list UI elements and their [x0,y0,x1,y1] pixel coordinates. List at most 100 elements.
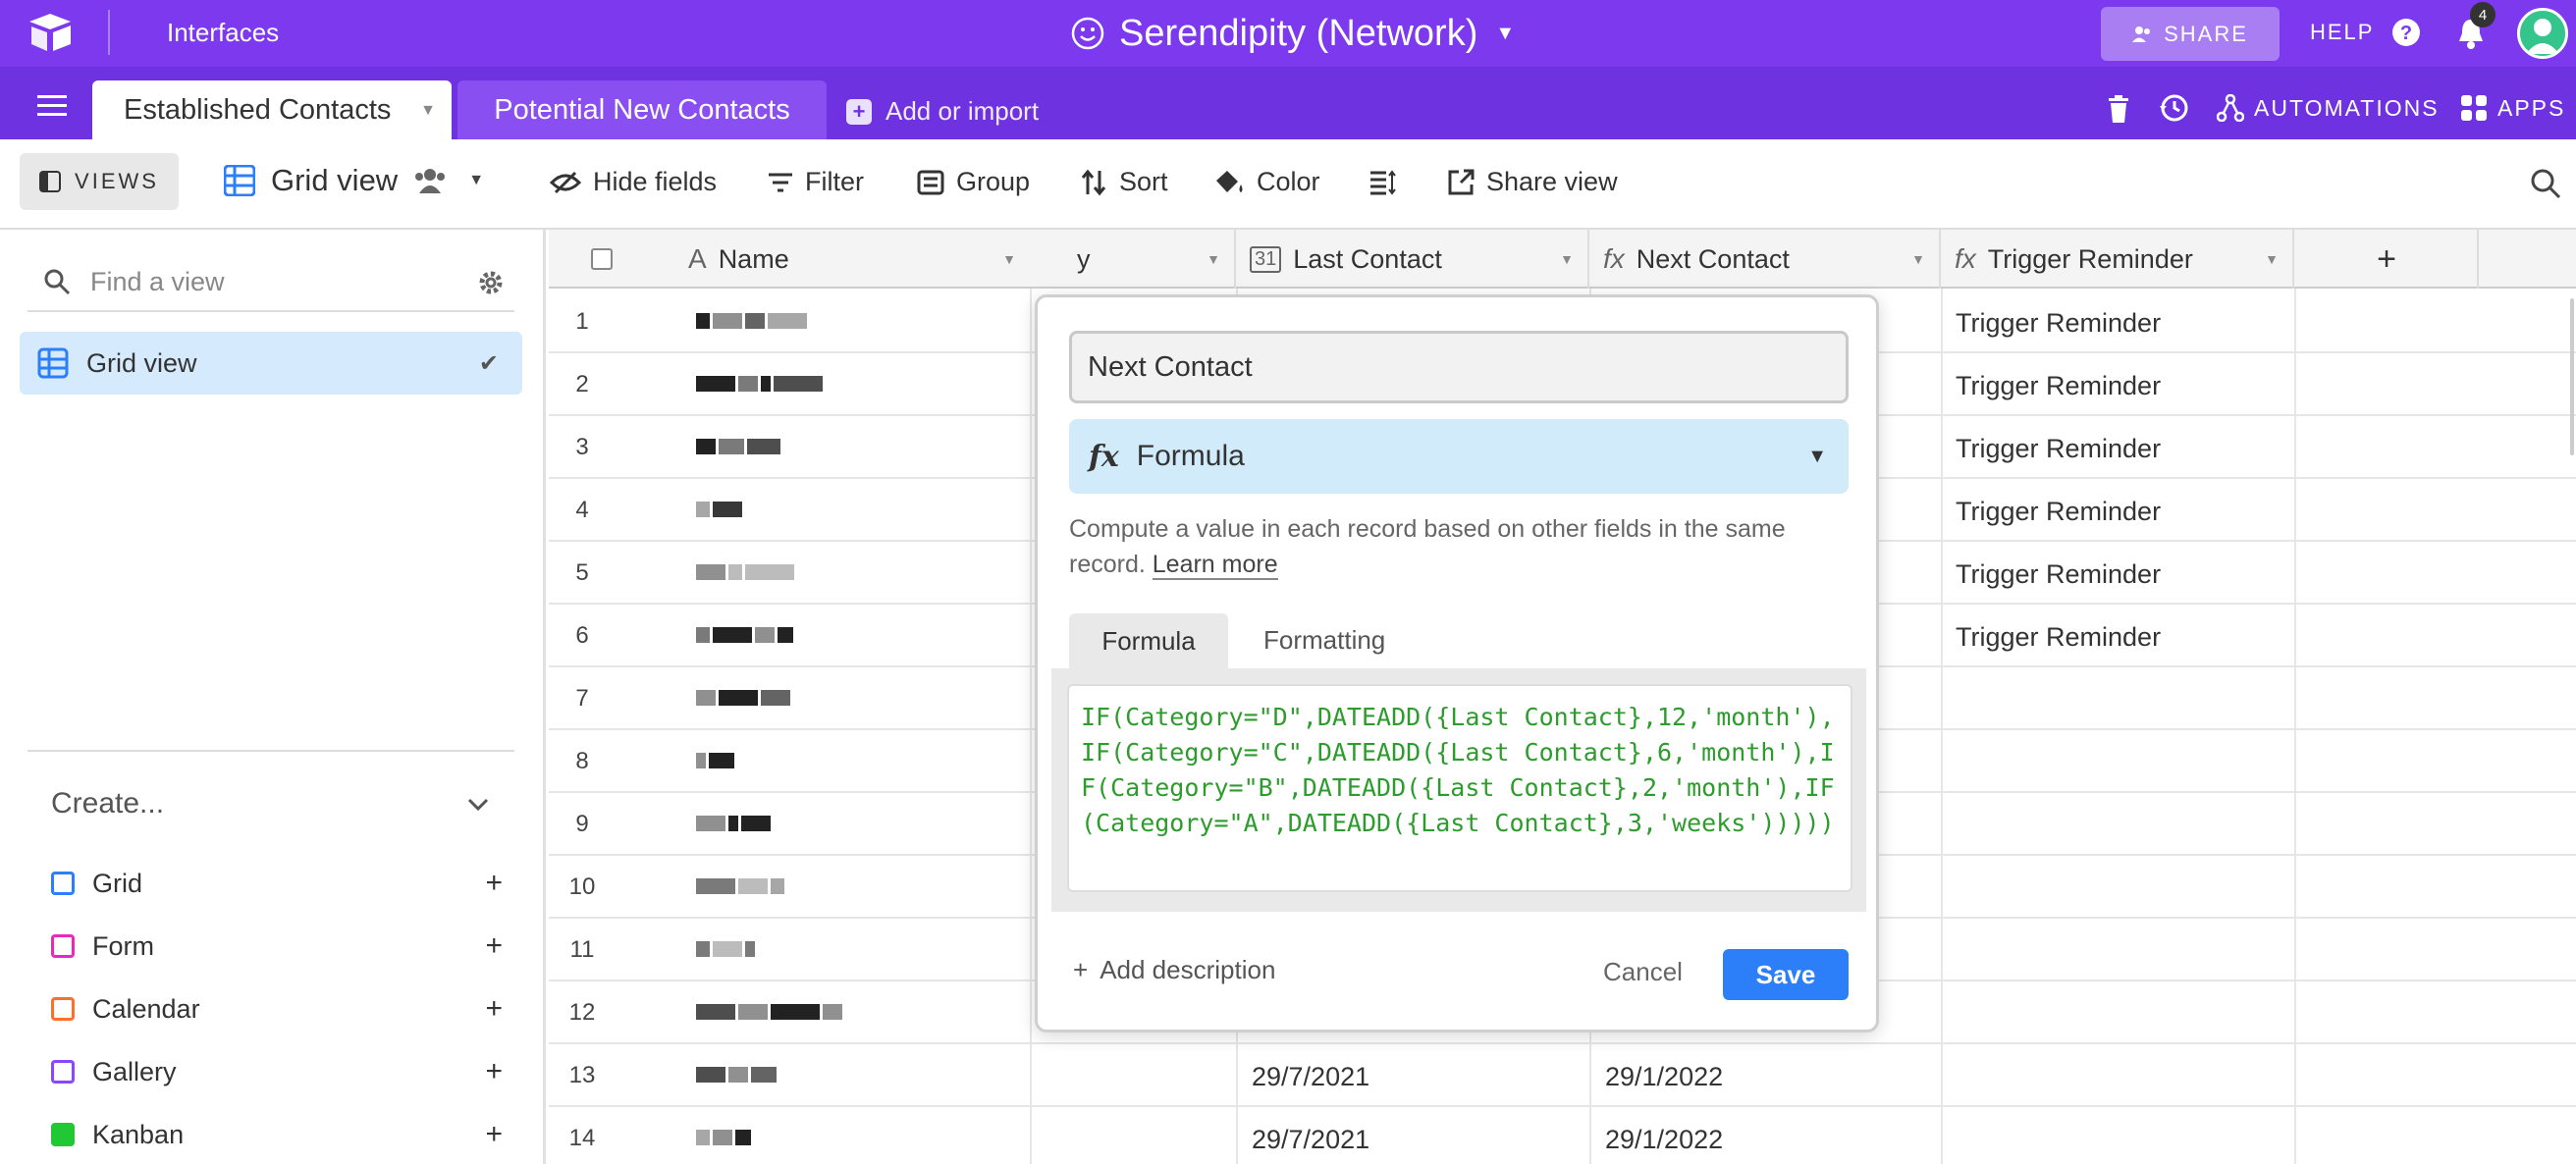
tab-label: Established Contacts [124,93,392,126]
column-header-last-contact[interactable]: 31 Last Contact ▼ [1238,230,1589,289]
calendar-icon [51,997,75,1021]
name-cell-redacted [696,563,797,583]
tab-potential-new-contacts[interactable]: Potential New Contacts [457,80,827,139]
apps-button[interactable]: APPS [2460,94,2565,122]
formula-editor[interactable]: IF(Category="D",DATEADD({Last Contact},1… [1067,684,1852,892]
share-view-label: Share view [1486,167,1618,196]
kanban-icon [51,1123,75,1146]
chevron-down-icon[interactable]: ▼ [1560,251,1574,267]
cancel-button[interactable]: Cancel [1603,957,1683,987]
grid-view-icon [37,347,69,379]
airtable-logo-icon[interactable] [26,12,75,55]
table-tab-bar: Established Contacts ▼ Potential New Con… [0,67,2576,139]
chevron-down-icon[interactable] [465,791,491,817]
history-icon[interactable] [2158,92,2189,124]
search-icon[interactable] [2529,167,2562,200]
learn-more-link[interactable]: Learn more [1152,551,1278,580]
column-header-label: Name [718,243,789,274]
column-header-next-contact[interactable]: fx Next Contact ▼ [1591,230,1941,289]
column-header-trigger-reminder[interactable]: fx Trigger Reminder ▼ [1943,230,2294,289]
hide-fields-button[interactable]: Hide fields [550,167,717,197]
field-config-dialog: Next Contact fx Formula ▼ Compute a valu… [1035,294,1879,1032]
create-section-label[interactable]: Create... [51,787,164,820]
chevron-down-icon[interactable]: ▼ [2265,251,2279,267]
chevron-down-icon[interactable]: ▼ [1002,251,1016,267]
smile-icon [1071,17,1104,50]
name-cell-redacted [696,312,810,332]
tab-formatting[interactable]: Formatting [1263,625,1385,656]
name-cell-redacted [696,877,787,897]
row-height-icon[interactable] [1368,169,1396,196]
share-view-button[interactable]: Share view [1447,167,1618,197]
table-row[interactable]: 14 29/7/2021 29/1/2022 [549,1107,2576,1164]
grid-view-icon [224,165,255,196]
add-description-button[interactable]: + Add description [1073,955,1275,985]
apps-label: APPS [2497,94,2566,121]
field-type-description: Compute a value in each record based on … [1069,511,1845,582]
chevron-down-icon[interactable]: ▼ [420,102,436,120]
view-toolbar: VIEWS Grid view ▼ Hide fields Filter Gro… [0,139,2576,230]
chevron-down-icon[interactable]: ▼ [1207,251,1220,267]
field-name-input[interactable]: Next Contact [1069,331,1849,403]
row-number: 2 [575,371,589,397]
save-button[interactable]: Save [1723,949,1849,1000]
create-kanban-button[interactable]: Kanban + [51,1115,503,1154]
create-calendar-button[interactable]: Calendar + [51,989,503,1029]
create-form-button[interactable]: Form + [51,926,503,966]
color-button[interactable]: Color [1213,167,1320,197]
sort-button[interactable]: Sort [1080,167,1168,197]
field-type-label: Formula [1136,440,1245,472]
apps-icon [2461,95,2487,121]
name-cell-redacted [696,626,796,646]
create-item-label: Calendar [92,993,200,1024]
column-header-label: Next Contact [1636,243,1790,274]
view-switcher[interactable]: Grid view ▼ [224,163,484,198]
trigger-reminder-cell: Trigger Reminder [1956,371,2162,400]
people-icon [2132,26,2151,42]
column-header-name[interactable]: A Name ▼ [676,230,1030,289]
group-button[interactable]: Group [917,167,1030,197]
current-view-name: Grid view [271,163,399,197]
add-field-button[interactable]: + [2296,230,2479,289]
last-contact-cell: 29/7/2021 [1252,1062,1370,1091]
table-row[interactable]: 13 29/7/2021 29/1/2022 [549,1044,2576,1107]
help-link[interactable]: HELP [2310,20,2374,45]
hamburger-menu-icon[interactable] [37,94,67,118]
share-button[interactable]: SHARE [2101,7,2280,61]
gear-icon[interactable] [477,269,505,296]
column-header-category[interactable]: y ▼ [1032,230,1236,289]
plus-icon: + [846,98,872,125]
tab-established-contacts[interactable]: Established Contacts ▼ [92,80,452,139]
avatar[interactable] [2517,8,2568,59]
trigger-reminder-cell: Trigger Reminder [1956,559,2162,589]
share-label: SHARE [2164,21,2248,46]
interfaces-link[interactable]: Interfaces [167,18,279,48]
views-toggle-button[interactable]: VIEWS [20,153,179,210]
name-cell-redacted [696,1003,845,1023]
user-icon [2526,19,2559,54]
top-bar: Interfaces Serendipity (Network) ▼ SHARE… [0,0,2576,67]
chevron-down-icon: ▼ [1495,22,1516,44]
formula-icon: fx [1603,243,1625,274]
field-type-select[interactable]: fx Formula ▼ [1069,419,1849,494]
select-all-checkbox[interactable] [591,248,613,270]
help-icon[interactable]: ? [2391,18,2421,47]
share-view-icon [1448,169,1475,194]
create-grid-button[interactable]: Grid + [51,864,503,903]
automations-button[interactable]: AUTOMATIONS [2217,94,2440,122]
create-gallery-button[interactable]: Gallery + [51,1052,503,1091]
trash-icon[interactable] [2107,94,2130,124]
row-number: 11 [569,936,595,963]
vertical-scrollbar[interactable] [2570,298,2574,455]
sidebar-item-grid-view[interactable]: Grid view ✔ [20,332,522,395]
row-number: 13 [568,1062,596,1088]
chevron-down-icon[interactable]: ▼ [1911,251,1925,267]
create-item-label: Form [92,930,154,961]
base-title-button[interactable]: Serendipity (Network) ▼ [1070,10,1515,57]
add-or-import-label: Add or import [886,96,1040,126]
find-view-input[interactable] [90,266,444,297]
sidebar-item-label: Grid view [86,347,197,378]
filter-button[interactable]: Filter [768,167,864,197]
add-or-import-button[interactable]: + Add or import [846,96,1039,127]
tab-formula[interactable]: Formula [1069,613,1228,668]
